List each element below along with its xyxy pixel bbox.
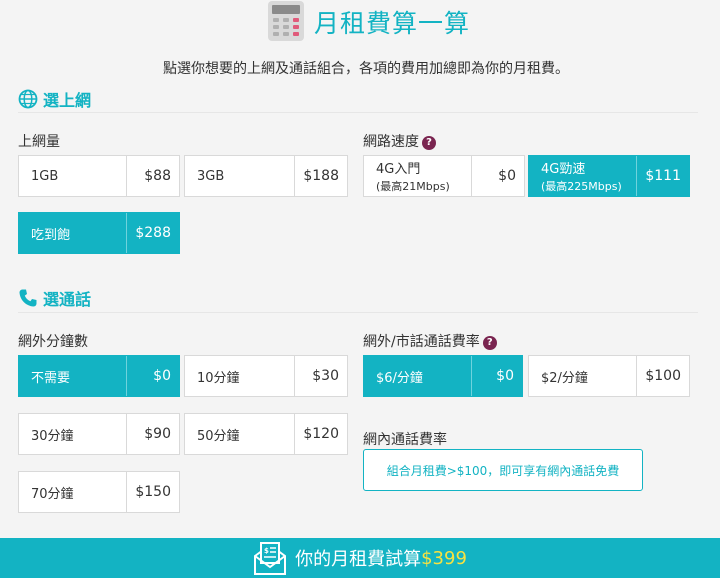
monthly-fee-summary-bar: $ 你的月租費試算 $399 — [0, 538, 720, 578]
onnet-rate-label: 網內通話費率 — [363, 432, 447, 448]
option-name: 10分鐘 — [197, 370, 240, 386]
speed-option-4g-basic[interactable]: 4G入門 (最高21Mbps) $0 — [363, 155, 525, 197]
minutes-option-10[interactable]: 10分鐘 $30 — [184, 355, 348, 397]
minutes-option-30[interactable]: 30分鐘 $90 — [18, 413, 180, 455]
option-name: 1GB — [31, 168, 59, 184]
call-section-title: 選通話 — [43, 290, 92, 309]
svg-text:$: $ — [264, 547, 269, 555]
option-price: $90 — [144, 426, 171, 442]
summary-total: $399 — [421, 547, 467, 569]
data-option-3gb[interactable]: 3GB $188 — [184, 155, 348, 197]
option-price: $150 — [135, 484, 171, 500]
page-title: 月租費算一算 — [314, 9, 471, 38]
divider — [18, 112, 698, 113]
call-section-header: 選通話 — [18, 286, 91, 310]
minutes-option-none[interactable]: 不需要 $0 — [18, 355, 180, 397]
option-price: $30 — [312, 368, 339, 384]
data-option-unlimited[interactable]: 吃到飽 $288 — [18, 212, 180, 254]
minutes-option-50[interactable]: 50分鐘 $120 — [184, 413, 348, 455]
option-name: 4G入門 — [376, 162, 421, 177]
option-name: $2/分鐘 — [541, 370, 588, 386]
speed-label: 網路速度? — [363, 131, 436, 151]
option-price: $0 — [498, 168, 516, 184]
option-subtext: (最高225Mbps) — [541, 180, 622, 193]
internet-section-title: 選上網 — [43, 91, 92, 110]
speed-option-4g-fast[interactable]: 4G勁速 (最高225Mbps) $111 — [528, 155, 690, 197]
divider — [18, 312, 698, 313]
option-name: 70分鐘 — [31, 486, 74, 502]
page-subtitle: 點選你想要的上網及通話組合，各項的費用加總即為你的月租費。 — [163, 61, 569, 77]
minutes-option-70[interactable]: 70分鐘 $150 — [18, 471, 180, 513]
rate-option-6-per-min[interactable]: $6/分鐘 $0 — [363, 355, 523, 397]
option-price: $188 — [303, 168, 339, 184]
option-price: $111 — [645, 168, 681, 184]
option-price: $120 — [303, 426, 339, 442]
help-icon[interactable]: ? — [482, 336, 497, 350]
option-price: $88 — [144, 168, 171, 184]
option-name: 4G勁速 — [541, 162, 586, 177]
globe-icon — [18, 89, 38, 109]
header: 月租費算一算 — [0, 0, 720, 46]
phone-icon — [19, 289, 37, 307]
calculator-icon — [268, 1, 304, 41]
internet-section-header: 選上網 — [18, 87, 91, 111]
summary-label: 你的月租費試算 — [295, 549, 422, 570]
rate-option-2-per-min[interactable]: $2/分鐘 $100 — [528, 355, 690, 397]
option-subtext: (最高21Mbps) — [376, 180, 450, 193]
option-name: 吃到飽 — [31, 227, 71, 243]
option-price: $0 — [496, 368, 514, 384]
option-price: $100 — [645, 368, 681, 384]
option-name: 3GB — [197, 168, 225, 184]
offnet-rate-label: 網外/市話通話費率? — [363, 331, 497, 351]
option-name: 50分鐘 — [197, 428, 240, 444]
data-option-1gb[interactable]: 1GB $88 — [18, 155, 180, 197]
option-name: $6/分鐘 — [376, 370, 423, 386]
option-price: $288 — [135, 225, 171, 241]
option-price: $0 — [153, 368, 171, 384]
option-name: 30分鐘 — [31, 428, 74, 444]
help-icon[interactable]: ? — [422, 136, 436, 150]
data-amount-label: 上網量 — [18, 134, 60, 150]
option-name: 不需要 — [31, 370, 71, 386]
minutes-label: 網外分鐘數 — [18, 334, 88, 350]
onnet-free-note: 組合月租費>$100，即可享有網內通話免費 — [363, 449, 643, 491]
bill-envelope-icon: $ — [254, 542, 287, 575]
